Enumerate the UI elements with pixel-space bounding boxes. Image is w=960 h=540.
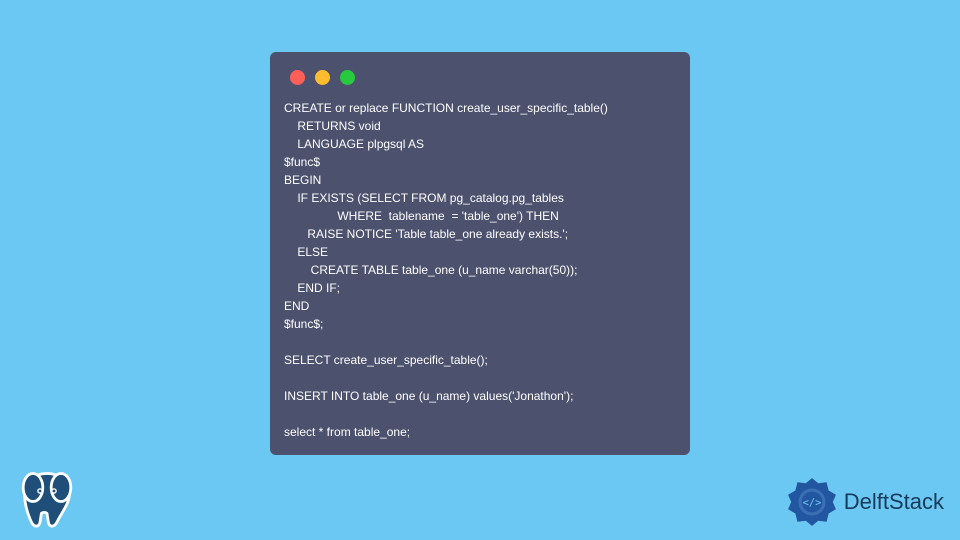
code-window: CREATE or replace FUNCTION create_user_s… [270, 52, 690, 455]
maximize-icon [340, 70, 355, 85]
brand-name: DelftStack [844, 489, 944, 515]
delftstack-badge-icon: </> [786, 476, 838, 528]
window-titlebar [284, 70, 676, 85]
svg-text:</>: </> [802, 497, 821, 509]
postgresql-logo-icon [12, 462, 82, 534]
delftstack-logo: </> DelftStack [786, 476, 944, 528]
close-icon [290, 70, 305, 85]
code-block: CREATE or replace FUNCTION create_user_s… [284, 99, 676, 441]
minimize-icon [315, 70, 330, 85]
